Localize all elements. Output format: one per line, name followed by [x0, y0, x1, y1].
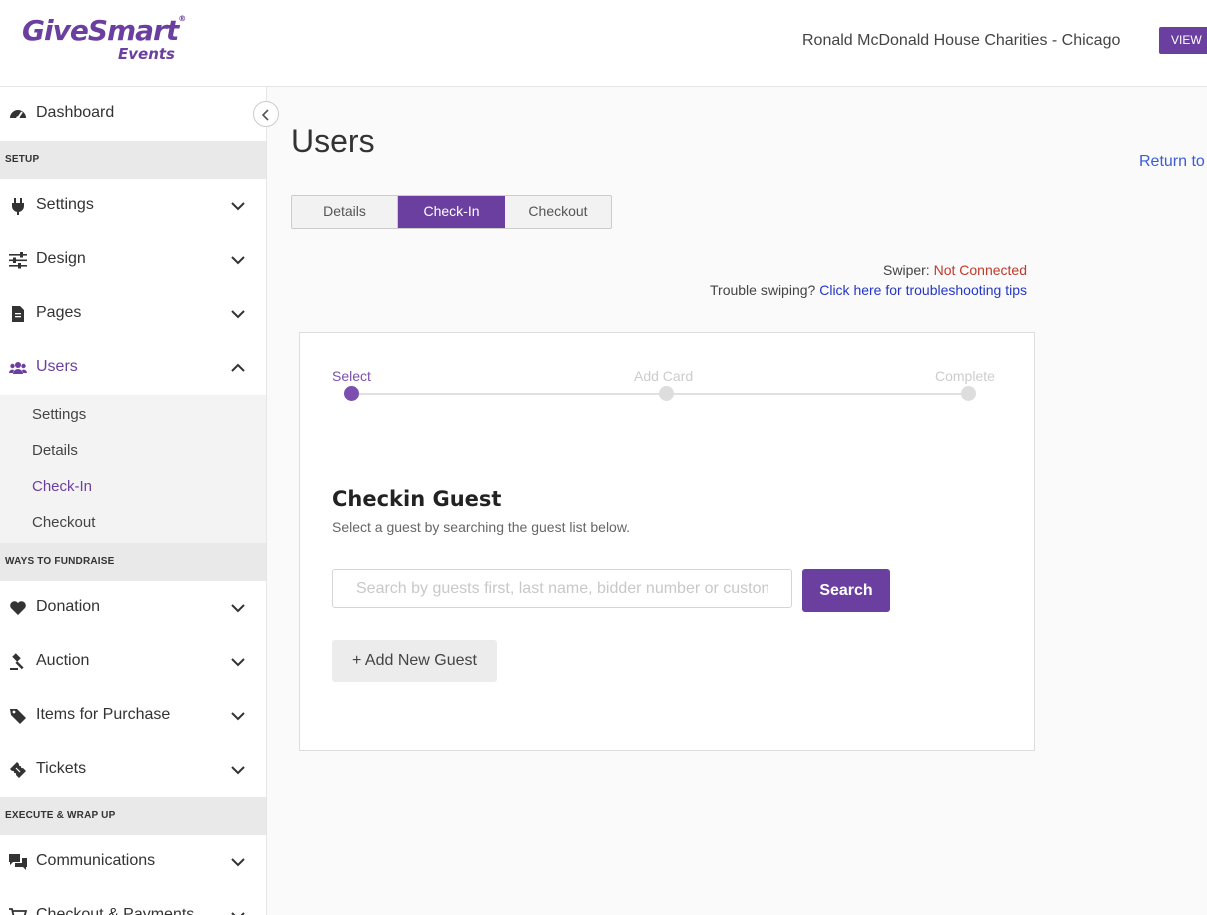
checkin-title: Checkin Guest — [332, 487, 502, 511]
tab-details[interactable]: Details — [292, 196, 398, 228]
step-dot-select — [344, 386, 359, 401]
trouble-text: Trouble swiping? — [710, 282, 816, 298]
view-button[interactable]: VIEW — [1159, 27, 1207, 54]
sidebar-subitem-settings[interactable]: Settings — [0, 397, 266, 433]
search-button[interactable]: Search — [802, 569, 890, 612]
chevron-down-icon — [231, 912, 245, 915]
section-heading-ways-to-fundraise: WAYS TO FUNDRAISE — [0, 543, 266, 581]
ticket-icon — [10, 762, 26, 778]
trouble-swiping-line: Trouble swiping? Click here for troubles… — [710, 282, 1027, 298]
heart-icon — [10, 601, 26, 615]
troubleshooting-link[interactable]: Click here for troubleshooting tips — [819, 282, 1027, 298]
logo-main-text: GiveSmart — [22, 14, 179, 47]
chevron-down-icon — [231, 310, 245, 319]
page-icon — [12, 306, 24, 322]
chevron-down-icon — [231, 256, 245, 265]
step-dot-add-card — [659, 386, 674, 401]
chevron-down-icon — [231, 858, 245, 867]
checkin-subtitle: Select a guest by searching the guest li… — [332, 519, 631, 535]
tab-check-in[interactable]: Check-In — [398, 196, 505, 228]
tab-checkout[interactable]: Checkout — [505, 196, 611, 228]
sidebar-item-label: Pages — [36, 304, 82, 321]
checkin-card: Select Add Card Complete Checkin Guest S… — [299, 332, 1035, 751]
collapse-sidebar-button[interactable] — [253, 101, 279, 127]
sidebar-subitem-checkout[interactable]: Checkout — [0, 505, 266, 541]
sidebar: Dashboard SETUP Settings Design Pages Us… — [0, 87, 267, 915]
sidebar-item-label: Communications — [36, 852, 156, 869]
step-dot-complete — [961, 386, 976, 401]
chevron-down-icon — [231, 202, 245, 211]
plug-icon — [12, 198, 24, 215]
chevron-up-icon — [231, 363, 245, 372]
sidebar-item-communications[interactable]: Communications — [0, 835, 266, 889]
users-submenu: Settings Details Check-In Checkout — [0, 395, 266, 543]
chevron-left-icon — [261, 109, 269, 121]
organization-name: Ronald McDonald House Charities - Chicag… — [802, 32, 1121, 49]
chevron-down-icon — [231, 658, 245, 667]
add-new-guest-button[interactable]: + Add New Guest — [332, 640, 497, 682]
sidebar-item-label: Auction — [36, 652, 90, 669]
sidebar-subitem-details[interactable]: Details — [0, 433, 266, 469]
section-heading-execute-wrap-up: EXECUTE & WRAP UP — [0, 797, 266, 835]
chat-icon — [9, 854, 27, 870]
step-label-complete: Complete — [935, 368, 995, 384]
users-icon — [9, 362, 27, 374]
sidebar-item-settings[interactable]: Settings — [0, 179, 266, 233]
sidebar-item-design[interactable]: Design — [0, 233, 266, 287]
sidebar-item-pages[interactable]: Pages — [0, 287, 266, 341]
sliders-icon — [9, 252, 27, 269]
top-bar: GiveSmart® Events Ronald McDonald House … — [0, 0, 1207, 87]
dashboard-icon — [10, 110, 26, 120]
sidebar-item-label: Design — [36, 250, 86, 267]
sidebar-item-items-for-purchase[interactable]: Items for Purchase — [0, 689, 266, 743]
users-tabs: Details Check-In Checkout — [291, 195, 612, 229]
sidebar-item-users[interactable]: Users — [0, 341, 266, 395]
chevron-down-icon — [231, 604, 245, 613]
step-label-select: Select — [332, 368, 371, 384]
givesmart-logo[interactable]: GiveSmart® Events — [22, 14, 186, 64]
sidebar-item-checkout-payments[interactable]: Checkout & Payments — [0, 889, 266, 915]
sidebar-item-dashboard[interactable]: Dashboard — [0, 87, 266, 141]
swiper-label: Swiper: — [883, 262, 930, 278]
chevron-down-icon — [231, 712, 245, 721]
chevron-down-icon — [231, 766, 245, 775]
progress-stepper: Select Add Card Complete — [332, 368, 1004, 408]
gavel-icon — [10, 653, 24, 670]
logo-sub-text: Events — [118, 45, 175, 63]
sidebar-item-label: Tickets — [36, 760, 87, 777]
sidebar-item-donation[interactable]: Donation — [0, 581, 266, 635]
main-content: Users Return to Details Check-In Checkou… — [267, 87, 1207, 915]
sidebar-item-label: Items for Purchase — [36, 706, 171, 723]
cart-icon — [9, 908, 27, 915]
page-title: Users — [291, 123, 375, 159]
sidebar-item-auction[interactable]: Auction — [0, 635, 266, 689]
sidebar-subitem-check-in[interactable]: Check-In — [0, 469, 266, 505]
section-heading-setup: SETUP — [0, 141, 266, 179]
guest-search-input[interactable] — [332, 569, 792, 608]
sidebar-item-label: Checkout & Payments — [36, 906, 195, 915]
sidebar-item-label: Donation — [36, 598, 101, 615]
logo-registered-mark: ® — [178, 14, 186, 23]
sidebar-item-tickets[interactable]: Tickets — [0, 743, 266, 797]
sidebar-item-label: Users — [36, 358, 78, 375]
sidebar-item-label: Settings — [36, 196, 94, 213]
swiper-status-line: Swiper: Not Connected — [883, 262, 1027, 278]
tag-icon — [10, 709, 26, 724]
swiper-status: Not Connected — [933, 262, 1027, 278]
return-link[interactable]: Return to — [1139, 153, 1205, 171]
step-label-add-card: Add Card — [634, 368, 694, 384]
sidebar-item-label: Dashboard — [36, 104, 115, 121]
